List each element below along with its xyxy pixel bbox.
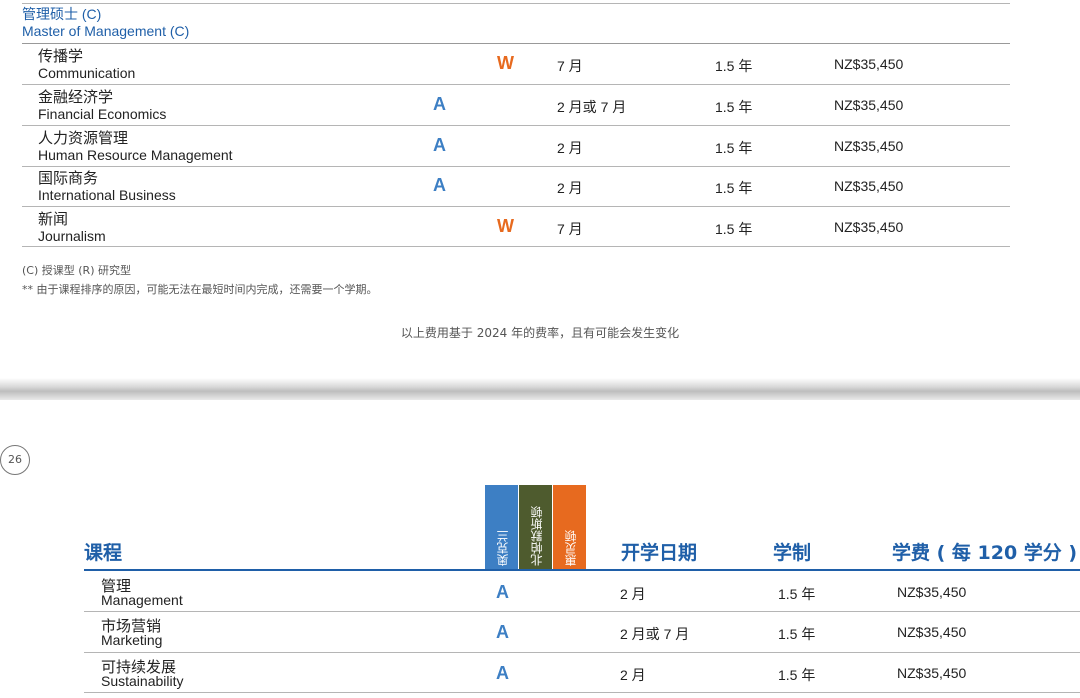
course-name-en: Financial Economics xyxy=(38,106,167,122)
course-name-en: Journalism xyxy=(38,228,106,244)
fee: NZ$35,450 xyxy=(834,219,904,235)
campus-tab-auckland: 奥克兰 xyxy=(485,485,518,570)
header-fee: 学费 ( 每 120 学分 ) xyxy=(892,542,1078,564)
footnote: ** 由于课程排序的原因，可能无法在最短时间内完成，还需要一个学期。 xyxy=(22,283,378,296)
duration: 1.5 年 xyxy=(778,586,816,602)
duration: 1.5 年 xyxy=(778,626,816,642)
auckland-mark: A xyxy=(433,94,446,114)
table-row: 国际商务 International Business A 2 月 1.5 年 … xyxy=(22,166,1010,206)
fee: NZ$35,450 xyxy=(897,624,967,640)
top-rule xyxy=(22,3,1010,4)
campus-label: 惠灵顿 xyxy=(564,530,578,566)
wellington-mark: W xyxy=(497,53,514,73)
table-row: 金融经济学 Financial Economics A 2 月或 7 月 1.5… xyxy=(22,85,1010,125)
lower-page: 26 奥克兰 北帕默斯顿 惠灵顿 课程 开学日期 学制 学费 ( 每 120 学… xyxy=(0,400,1080,698)
table-row: 管理 Management A 2 月 1.5 年 NZ$35,450 xyxy=(84,572,1072,612)
start-date: 2 月或 7 月 xyxy=(620,626,690,642)
course-name-en: Human Resource Management xyxy=(38,147,233,163)
duration: 1.5 年 xyxy=(715,58,753,74)
header-start: 开学日期 xyxy=(621,542,698,564)
course-name-en: Marketing xyxy=(101,632,163,648)
course-name-en: International Business xyxy=(38,187,176,203)
legend-note: (C) 授课型 (R) 研究型 xyxy=(22,264,131,277)
fee: NZ$35,450 xyxy=(834,138,904,154)
start-date: 2 月 xyxy=(620,667,646,683)
campus-tab-wellington: 惠灵顿 xyxy=(553,485,586,570)
course-name-zh: 国际商务 xyxy=(38,169,99,187)
section-title-zh: 管理硕士 (C) xyxy=(22,6,102,22)
course-name-en: Sustainability xyxy=(101,673,184,689)
section-heading: 管理硕士 (C) Master of Management (C) xyxy=(22,6,189,40)
duration: 1.5 年 xyxy=(715,180,753,196)
wellington-mark: W xyxy=(497,216,514,236)
duration: 1.5 年 xyxy=(715,221,753,237)
start-date: 2 月或 7 月 xyxy=(557,99,627,115)
section-title-en: Master of Management (C) xyxy=(22,23,190,39)
campus-label: 北帕默斯顿 xyxy=(530,506,544,566)
duration: 1.5 年 xyxy=(715,99,753,115)
fee: NZ$35,450 xyxy=(834,178,904,194)
header-duration: 学制 xyxy=(773,542,812,564)
fee-note: 以上费用基于 2024 年的费率，且有可能会发生变化 xyxy=(400,326,680,340)
table-row: 可持续发展 Sustainability A 2 月 1.5 年 NZ$35,4… xyxy=(84,653,1072,693)
table-row: 新闻 Journalism W 7 月 1.5 年 NZ$35,450 xyxy=(22,207,1010,247)
row-rule xyxy=(84,692,1080,693)
start-date: 2 月 xyxy=(557,180,583,196)
campus-tab-palmerston-north: 北帕默斯顿 xyxy=(519,485,552,570)
duration: 1.5 年 xyxy=(715,140,753,156)
table-row: 传播学 Communication W 7 月 1.5 年 NZ$35,450 xyxy=(22,44,1010,84)
row-rule xyxy=(22,246,1010,247)
page-divider xyxy=(0,378,1080,400)
start-date: 7 月 xyxy=(557,58,583,74)
course-name-zh: 金融经济学 xyxy=(38,88,114,106)
campus-label: 奥克兰 xyxy=(496,530,510,566)
header-rule xyxy=(84,569,1080,571)
upper-page: 管理硕士 (C) Master of Management (C) 传播学 Co… xyxy=(0,0,1080,380)
start-date: 2 月 xyxy=(620,586,646,602)
course-name-zh: 新闻 xyxy=(38,210,69,228)
fee: NZ$35,450 xyxy=(897,584,967,600)
duration: 1.5 年 xyxy=(778,667,816,683)
page-number: 26 xyxy=(0,445,30,475)
course-name-zh: 人力资源管理 xyxy=(38,129,129,147)
fee: NZ$35,450 xyxy=(897,665,967,681)
course-name-en: Management xyxy=(101,592,183,608)
auckland-mark: A xyxy=(496,663,509,683)
auckland-mark: A xyxy=(496,622,509,642)
course-name-zh: 传播学 xyxy=(38,47,84,65)
table-row: 人力资源管理 Human Resource Management A 2 月 1… xyxy=(22,126,1010,166)
fee: NZ$35,450 xyxy=(834,56,904,72)
header-course: 课程 xyxy=(84,542,123,564)
start-date: 2 月 xyxy=(557,140,583,156)
auckland-mark: A xyxy=(433,175,446,195)
auckland-mark: A xyxy=(496,582,509,602)
start-date: 7 月 xyxy=(557,221,583,237)
table-row: 市场营销 Marketing A 2 月或 7 月 1.5 年 NZ$35,45… xyxy=(84,612,1072,652)
auckland-mark: A xyxy=(433,135,446,155)
fee: NZ$35,450 xyxy=(834,97,904,113)
course-name-en: Communication xyxy=(38,65,136,81)
